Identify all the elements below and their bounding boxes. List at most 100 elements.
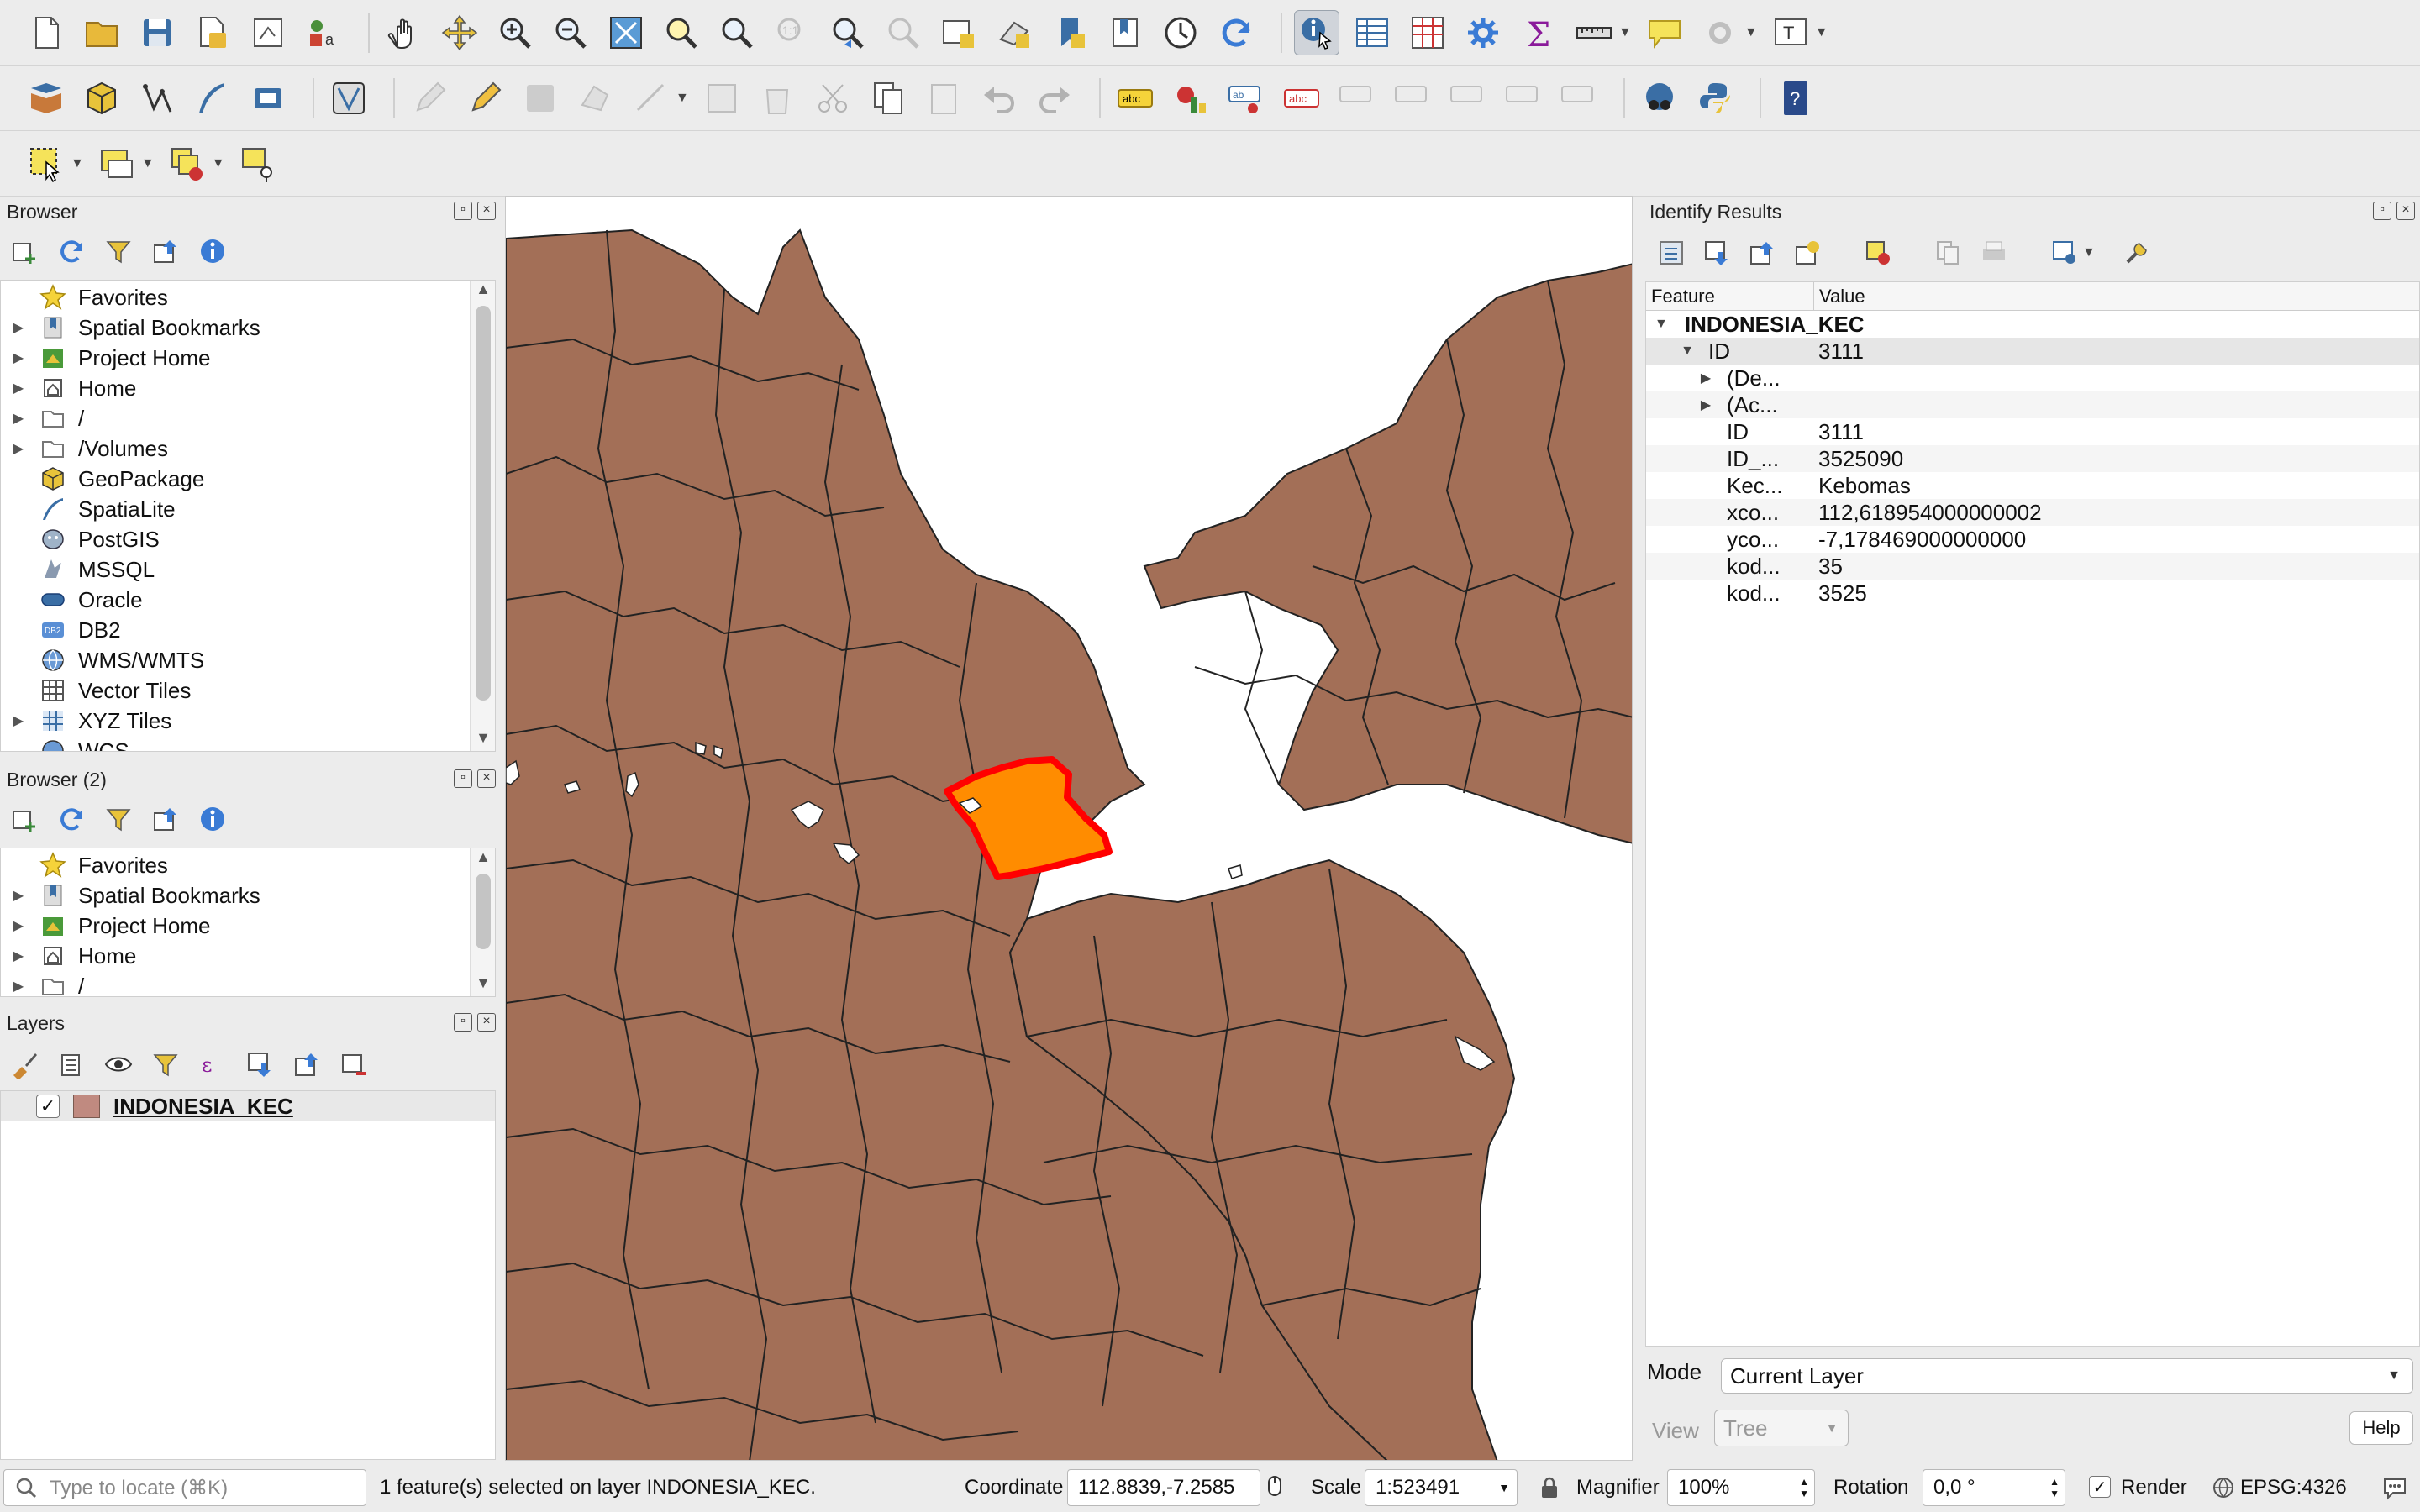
identify-attribute-row[interactable]: kod... 3525 (1646, 580, 2419, 606)
zoom-to-selection-icon[interactable] (659, 10, 704, 55)
expand-all-icon[interactable] (245, 1050, 274, 1079)
chevron-down-icon[interactable]: ▼ (1744, 25, 1758, 40)
select-by-location-icon[interactable] (235, 141, 281, 186)
identify-attribute-row[interactable]: xco... 112,618954000000002 (1646, 499, 2419, 526)
print-layout-icon[interactable] (245, 10, 291, 55)
browser2-scrollbar[interactable]: ▲ ▼ (470, 848, 495, 996)
add-selected-layers-icon[interactable] (10, 805, 39, 833)
info-icon[interactable] (198, 237, 227, 265)
save-as-icon[interactable] (190, 10, 235, 55)
tree-item[interactable]: WCS (1, 736, 495, 751)
float-panel-icon[interactable]: ▫ (454, 1013, 472, 1032)
new-shapefile-layer-icon[interactable] (134, 76, 180, 121)
tree-item[interactable]: SpatiaLite (1, 494, 495, 524)
statistics-icon[interactable]: Σ (1516, 10, 1561, 55)
close-panel-icon[interactable]: × (477, 202, 496, 220)
modify-attributes-icon[interactable] (699, 76, 744, 121)
expand-arrow-icon[interactable]: ▶ (6, 380, 31, 396)
layer-visibility-checkbox[interactable]: ✓ (36, 1095, 60, 1118)
zoom-in-icon[interactable] (492, 10, 538, 55)
filter-icon[interactable] (104, 237, 133, 265)
filter-icon[interactable] (104, 805, 133, 833)
messages-icon[interactable] (2381, 1474, 2408, 1501)
value-column-header[interactable]: Value (1814, 282, 2419, 310)
digitize-shape-icon[interactable] (629, 76, 674, 121)
tree-item[interactable]: ▶ / (1, 403, 495, 433)
zoom-full-icon[interactable] (603, 10, 649, 55)
collapse-all-icon[interactable] (151, 237, 180, 265)
deselect-features-icon[interactable] (165, 141, 210, 186)
identify-selection-icon[interactable] (2050, 239, 2079, 267)
info-icon[interactable] (198, 805, 227, 833)
help-contents-icon[interactable]: ? (1773, 76, 1818, 121)
expand-arrow-icon[interactable]: ▶ (6, 948, 31, 964)
tree-item[interactable]: WMS/WMTS (1, 645, 495, 675)
identify-attribute-row[interactable]: kod... 35 (1646, 553, 2419, 580)
collapse-all-icon[interactable] (151, 805, 180, 833)
tree-item[interactable]: ▶ /Volumes (1, 433, 495, 464)
magnifier-spinbox[interactable]: 100% ▲ ▼ (1667, 1469, 1815, 1506)
identify-attribute-row[interactable]: ▶ (De... (1646, 365, 2419, 391)
identify-attribute-row[interactable]: ▼ ID 3111 (1646, 338, 2419, 365)
copy-feature-icon[interactable] (1934, 239, 1963, 267)
identify-layer-row[interactable]: ▼ INDONESIA_KEC (1646, 311, 2419, 338)
crs-button[interactable]: EPSG:4326 (2240, 1476, 2347, 1499)
labeling-icon[interactable]: abc (1113, 76, 1158, 121)
expand-arrow-icon[interactable]: ▶ (6, 917, 31, 934)
view-select[interactable]: Tree ▼ (1714, 1410, 1849, 1446)
delete-selected-icon[interactable] (755, 76, 800, 121)
add-selected-layers-icon[interactable] (10, 237, 39, 265)
chevron-down-icon[interactable]: ▼ (212, 156, 225, 171)
pan-icon[interactable] (381, 10, 427, 55)
tree-item[interactable]: MSSQL (1, 554, 495, 585)
current-edits-icon[interactable] (407, 76, 452, 121)
feature-column-header[interactable]: Feature (1646, 282, 1814, 310)
refresh-icon[interactable] (1213, 10, 1259, 55)
zoom-native-icon[interactable]: 1:1 (770, 10, 815, 55)
rotation-spinbox[interactable]: 0,0 ° ▲ ▼ (1923, 1469, 2065, 1506)
mouse-coordinate-toggle-icon[interactable] (1260, 1473, 1289, 1502)
zoom-last-icon[interactable] (825, 10, 871, 55)
tree-item[interactable]: ▶ Spatial Bookmarks (1, 880, 495, 911)
toggle-editing-icon[interactable] (462, 76, 508, 121)
scroll-down-icon[interactable]: ▼ (471, 729, 495, 751)
highlight-labels-icon[interactable]: abc (1279, 76, 1324, 121)
refresh-icon[interactable] (57, 805, 86, 833)
mode-select[interactable]: Current Layer ▼ (1721, 1358, 2413, 1394)
manage-visibility-icon[interactable] (104, 1050, 133, 1079)
lock-scale-icon[interactable] (1538, 1476, 1561, 1499)
tree-item[interactable]: ▶ Project Home (1, 911, 495, 941)
expand-arrow-icon[interactable]: ▶ (6, 319, 31, 336)
new-virtual-layer-icon[interactable] (245, 76, 291, 121)
identify-attribute-row[interactable]: ▶ (Ac... (1646, 391, 2419, 418)
new-bookmark-icon[interactable] (1047, 10, 1092, 55)
clear-results-icon[interactable] (1864, 239, 1892, 267)
zoom-next-icon[interactable] (881, 10, 926, 55)
browser-scrollbar[interactable]: ▲ ▼ (470, 281, 495, 751)
add-group-icon[interactable] (57, 1050, 86, 1079)
zoom-to-layer-icon[interactable] (714, 10, 760, 55)
save-layer-edits-icon[interactable] (518, 76, 563, 121)
identify-attribute-row[interactable]: ID_... 3525090 (1646, 445, 2419, 472)
settings-icon[interactable] (1697, 10, 1743, 55)
new-geopackage-layer-icon[interactable] (79, 76, 124, 121)
new-3d-view-icon[interactable] (992, 10, 1037, 55)
close-panel-icon[interactable]: × (477, 1013, 496, 1032)
field-calculator-icon[interactable] (1405, 10, 1450, 55)
label-properties-icon[interactable] (1556, 76, 1602, 121)
collapse-arrow-icon[interactable]: ▼ (1676, 344, 1698, 359)
tree-item[interactable]: ▶ XYZ Tiles (1, 706, 495, 736)
tree-item[interactable]: ▶ Home (1, 373, 495, 403)
select-features-icon[interactable] (24, 141, 69, 186)
tree-item[interactable]: GeoPackage (1, 464, 495, 494)
layer-row[interactable]: ✓ INDONESIA_KEC (1, 1091, 495, 1121)
print-icon[interactable] (1980, 239, 2008, 267)
map-tips-icon[interactable] (1642, 10, 1687, 55)
text-annotation-icon[interactable]: T (1768, 10, 1813, 55)
scroll-up-icon[interactable]: ▲ (471, 848, 495, 870)
open-layer-styling-icon[interactable] (10, 1050, 39, 1079)
data-source-manager-icon[interactable] (24, 76, 69, 121)
float-panel-icon[interactable]: ▫ (454, 769, 472, 788)
tree-item[interactable]: Favorites (1, 282, 495, 312)
tree-item[interactable]: Vector Tiles (1, 675, 495, 706)
